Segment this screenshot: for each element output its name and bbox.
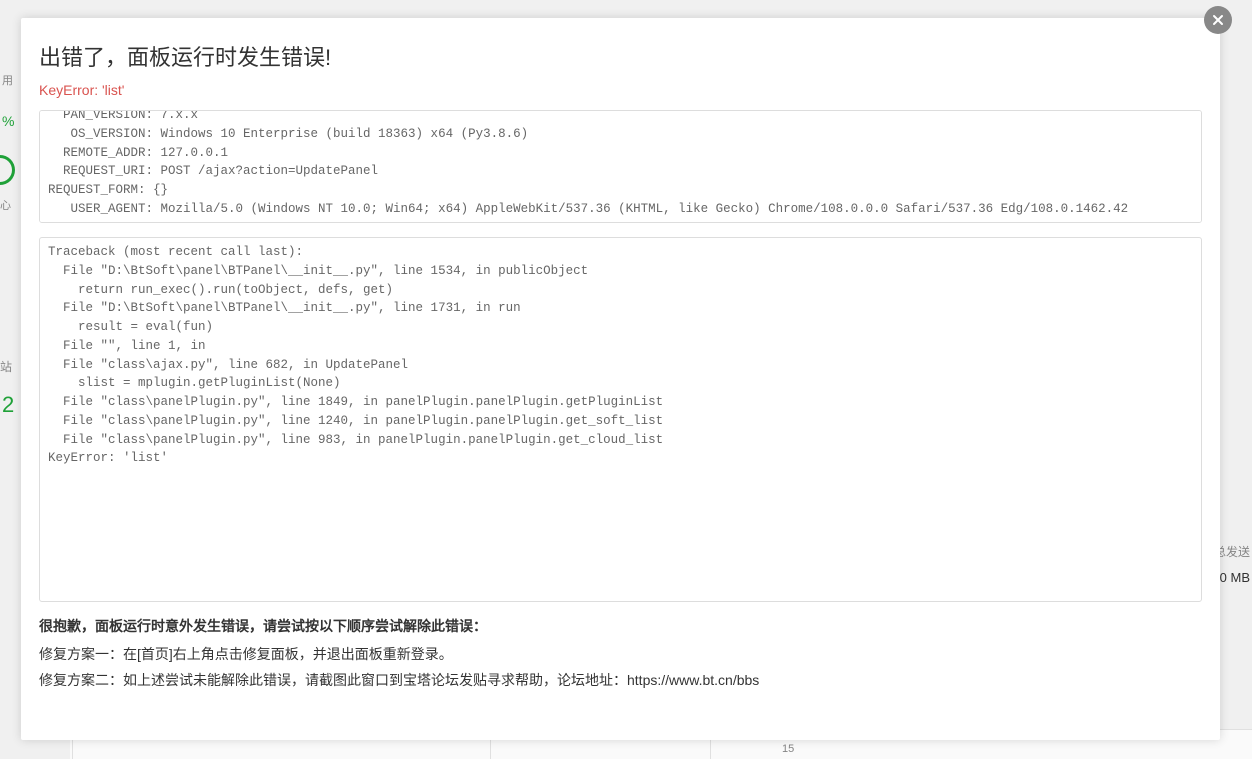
fix-option-2-text: 修复方案二：如上述尝试未能解除此错误，请截图此窗口到宝塔论坛发贴寻求帮助，论坛地… — [39, 672, 627, 688]
fix-option-2: 修复方案二：如上述尝试未能解除此错误，请截图此窗口到宝塔论坛发贴寻求帮助，论坛地… — [39, 670, 1202, 690]
error-name: KeyError: 'list' — [39, 82, 1202, 98]
error-modal: 出错了，面板运行时发生错误! KeyError: 'list' PAN_VERS… — [21, 18, 1220, 740]
traceback-box[interactable]: Traceback (most recent call last): File … — [39, 237, 1202, 602]
close-icon — [1210, 12, 1226, 28]
forum-link[interactable]: https://www.bt.cn/bbs — [627, 672, 759, 688]
request-info-box[interactable]: PAN_VERSION: 7.x.x OS_VERSION: Windows 1… — [39, 110, 1202, 223]
apology-text: 很抱歉，面板运行时意外发生错误，请尝试按以下顺序尝试解除此错误： — [39, 616, 1202, 636]
close-button[interactable] — [1204, 6, 1232, 34]
fix-option-1: 修复方案一：在[首页]右上角点击修复面板，并退出面板重新登录。 — [39, 644, 1202, 664]
modal-title: 出错了，面板运行时发生错误! — [39, 40, 1202, 72]
modal-overlay: 出错了，面板运行时发生错误! KeyError: 'list' PAN_VERS… — [0, 0, 1252, 759]
